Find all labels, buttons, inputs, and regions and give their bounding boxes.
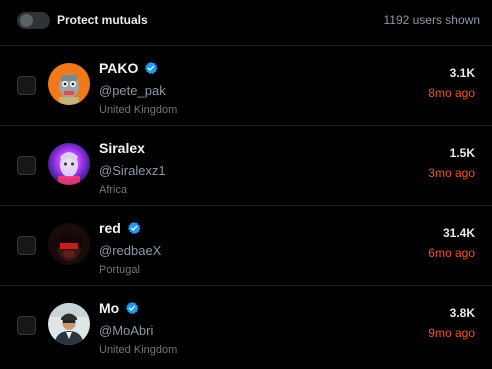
select-user-checkbox[interactable]	[17, 156, 36, 175]
follower-count: 3.1K	[449, 66, 475, 80]
user-name-text: PAKO	[99, 60, 139, 76]
follower-count: 31.4K	[442, 226, 475, 240]
last-active-time: 8mo ago	[428, 86, 475, 100]
user-row[interactable]: Mo @MoAbri United Kingdom 3.8K 9mo ago	[0, 285, 492, 365]
verified-badge-icon	[145, 61, 158, 75]
user-name-text: red	[99, 220, 121, 236]
toggle-knob	[20, 14, 33, 27]
follower-count: 1.5K	[449, 146, 475, 160]
protect-mutuals-label: Protect mutuals	[57, 13, 148, 27]
user-handle[interactable]: @MoAbri	[99, 323, 153, 338]
user-row[interactable]: Siralex @Siralexz1 Africa 1.5K 3mo ago	[0, 125, 492, 205]
verified-badge-icon	[127, 221, 141, 235]
user-row[interactable]: PAKO @pete_pak United Kingdom 3.1K 8mo a…	[0, 45, 492, 125]
user-handle[interactable]: @Siralexz1	[99, 163, 166, 178]
avatar[interactable]	[48, 303, 90, 345]
user-name[interactable]: red	[99, 220, 141, 236]
avatar[interactable]	[48, 143, 90, 185]
user-name[interactable]: PAKO	[99, 60, 158, 76]
user-handle[interactable]: @redbaeX	[99, 243, 161, 258]
user-name-text: Siralex	[99, 140, 145, 156]
protect-mutuals-toggle[interactable]	[17, 12, 50, 29]
follower-count: 3.8K	[449, 306, 475, 320]
user-name[interactable]: Mo	[99, 300, 139, 316]
avatar[interactable]	[48, 63, 90, 105]
last-active-time: 6mo ago	[428, 246, 475, 260]
user-location: United Kingdom	[99, 104, 178, 116]
verified-badge-icon	[126, 301, 139, 315]
select-user-checkbox[interactable]	[17, 316, 36, 335]
last-active-time: 3mo ago	[428, 166, 475, 180]
user-handle[interactable]: @pete_pak	[99, 83, 166, 98]
select-user-checkbox[interactable]	[17, 236, 36, 255]
user-location: Portugal	[99, 264, 140, 276]
avatar[interactable]	[48, 223, 90, 265]
users-shown-count: 1192 users shown	[383, 13, 480, 27]
user-row[interactable]: red @redbaeX Portugal 31.4K 6mo ago	[0, 205, 492, 285]
user-location: Africa	[99, 184, 128, 196]
last-active-time: 9mo ago	[428, 326, 475, 340]
list-header: Protect mutuals 1192 users shown	[0, 0, 492, 42]
select-user-checkbox[interactable]	[17, 76, 36, 95]
user-name-text: Mo	[99, 300, 120, 316]
user-name[interactable]: Siralex	[99, 140, 145, 156]
user-location: United Kingdom	[99, 344, 178, 356]
